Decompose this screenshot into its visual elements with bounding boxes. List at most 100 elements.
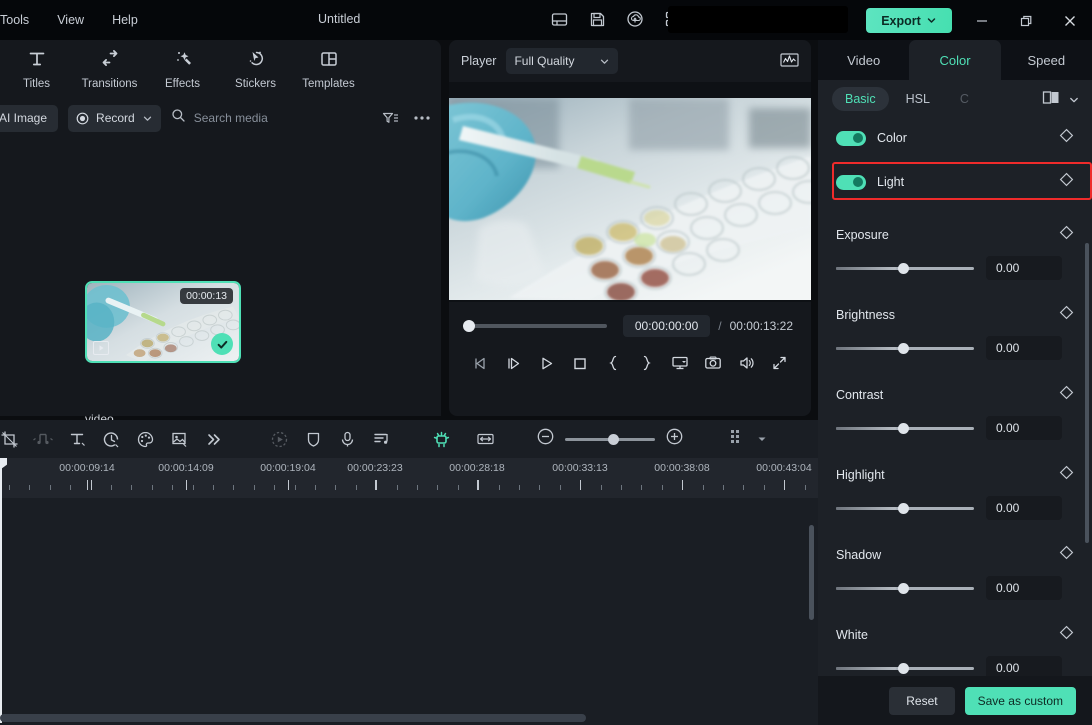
subtab-hsl[interactable]: HSL <box>893 87 943 111</box>
split-compare-icon[interactable] <box>1042 90 1060 110</box>
keyframe-diamond-icon[interactable] <box>1059 225 1074 245</box>
contrast-value-field[interactable]: 0.00 <box>986 416 1062 440</box>
nav-tab-templates[interactable]: Templates <box>292 40 365 98</box>
zoom-in-circle-icon[interactable] <box>665 427 684 451</box>
subtab-curves[interactable]: C <box>947 87 982 111</box>
markers-tool[interactable] <box>424 424 458 454</box>
keyframe-diamond-icon[interactable] <box>1059 172 1074 192</box>
toggle-row-color[interactable]: Color <box>818 118 1092 158</box>
media-item-video[interactable]: 00:00:13 <box>85 281 241 363</box>
snapshot-button[interactable] <box>700 350 726 376</box>
fullscreen-button[interactable] <box>767 350 793 376</box>
nav-tab-stickers[interactable]: Stickers <box>219 40 292 98</box>
brightness-value-field[interactable]: 0.00 <box>986 336 1062 360</box>
search-input[interactable] <box>194 111 344 125</box>
nav-tab-titles[interactable]: Titles <box>0 40 73 98</box>
highlight-value-field[interactable]: 0.00 <box>986 496 1062 520</box>
audio-mixer-tool[interactable] <box>364 424 398 454</box>
color-tool[interactable] <box>128 424 162 454</box>
nav-tab-effects[interactable]: Effects <box>146 40 219 98</box>
slider-handle[interactable] <box>898 663 909 674</box>
scrubber-handle[interactable] <box>463 320 475 332</box>
keyframe-diamond-icon[interactable] <box>1059 545 1074 565</box>
text-tool[interactable] <box>60 424 94 454</box>
track-settings-grid-icon[interactable] <box>730 429 745 450</box>
play-button[interactable] <box>534 350 560 376</box>
light-toggle-switch[interactable] <box>836 175 866 190</box>
tab-speed[interactable]: Speed <box>1001 40 1092 80</box>
audio-split-tool[interactable] <box>26 424 60 454</box>
record-button[interactable]: Record <box>68 105 161 132</box>
prev-frame-button[interactable] <box>467 350 493 376</box>
quality-select[interactable]: Full Quality <box>506 48 618 74</box>
motion-tracking-tool[interactable] <box>262 424 296 454</box>
reset-button[interactable]: Reset <box>889 687 954 715</box>
keyframe-diamond-icon[interactable] <box>1059 128 1074 148</box>
timeline-horizontal-scrollbar[interactable] <box>0 714 586 722</box>
crop-image-tool[interactable] <box>162 424 196 454</box>
stop-button[interactable] <box>567 350 593 376</box>
white-slider[interactable] <box>836 667 974 670</box>
zoom-slider-handle[interactable] <box>608 434 619 445</box>
zoom-out-circle-icon[interactable] <box>536 427 555 451</box>
slider-handle[interactable] <box>898 423 909 434</box>
preview-video-frame[interactable] <box>449 98 811 300</box>
subtab-basic[interactable]: Basic <box>832 87 889 111</box>
mark-out-button[interactable] <box>634 350 660 376</box>
filter-list-icon[interactable] <box>382 111 399 126</box>
chevron-down-icon[interactable] <box>1068 93 1080 111</box>
mask-tool[interactable] <box>296 424 330 454</box>
keyframe-diamond-icon[interactable] <box>1059 465 1074 485</box>
keyframe-diamond-icon[interactable] <box>1059 305 1074 325</box>
color-toggle-switch[interactable] <box>836 131 866 146</box>
playback-scrubber[interactable] <box>467 324 607 328</box>
layout-icon[interactable] <box>548 8 570 30</box>
tab-color[interactable]: Color <box>909 40 1000 80</box>
keyframe-diamond-icon[interactable] <box>1059 625 1074 645</box>
exposure-value-field[interactable]: 0.00 <box>986 256 1062 280</box>
shadow-slider[interactable] <box>836 587 974 590</box>
shadow-value-field[interactable]: 0.00 <box>986 576 1062 600</box>
more-ellipsis-icon[interactable] <box>413 115 431 121</box>
export-button[interactable]: Export <box>866 8 952 33</box>
cloud-upload-icon[interactable] <box>624 8 646 30</box>
tab-video[interactable]: Video <box>818 40 909 80</box>
save-as-custom-button[interactable]: Save as custom <box>965 687 1076 715</box>
menu-item-tools[interactable]: Tools <box>0 7 43 33</box>
highlight-slider[interactable] <box>836 507 974 510</box>
current-time-field[interactable]: 00:00:00:00 <box>623 315 710 337</box>
slider-handle[interactable] <box>898 503 909 514</box>
timeline-playhead[interactable] <box>0 458 2 723</box>
slider-handle[interactable] <box>898 343 909 354</box>
speed-tool[interactable] <box>94 424 128 454</box>
next-frame-button[interactable] <box>500 350 526 376</box>
zoom-slider[interactable] <box>565 438 655 441</box>
ai-image-button[interactable]: AI Image <box>0 105 58 132</box>
mark-in-button[interactable] <box>600 350 626 376</box>
exposure-slider[interactable] <box>836 267 974 270</box>
timeline-vertical-scrollbar[interactable] <box>809 525 814 620</box>
menu-item-view[interactable]: View <box>43 7 98 33</box>
keyframe-diamond-icon[interactable] <box>1059 385 1074 405</box>
fit-timeline-tool[interactable] <box>468 424 502 454</box>
voiceover-tool[interactable] <box>330 424 364 454</box>
nav-tab-transitions[interactable]: Transitions <box>73 40 146 98</box>
slider-handle[interactable] <box>898 263 909 274</box>
waveform-scope-icon[interactable] <box>780 52 799 73</box>
timeline-ruler[interactable]: 00:00:09:14 00:00:14:09 00:00:19:04 00:0… <box>0 458 818 498</box>
minimize-icon[interactable] <box>960 8 1004 33</box>
caret-down-icon[interactable] <box>757 430 767 448</box>
screen-display-button[interactable] <box>667 350 693 376</box>
contrast-slider[interactable] <box>836 427 974 430</box>
menu-item-help[interactable]: Help <box>98 7 152 33</box>
properties-scrollbar[interactable] <box>1085 243 1089 543</box>
more-tools[interactable] <box>196 424 230 454</box>
save-icon[interactable] <box>586 8 608 30</box>
slider-handle[interactable] <box>898 583 909 594</box>
restore-icon[interactable] <box>1004 8 1048 33</box>
brightness-slider[interactable] <box>836 347 974 350</box>
volume-button[interactable] <box>734 350 760 376</box>
crop-tool[interactable] <box>0 424 26 454</box>
toggle-row-light[interactable]: Light <box>818 162 1092 202</box>
close-icon[interactable] <box>1048 8 1092 33</box>
